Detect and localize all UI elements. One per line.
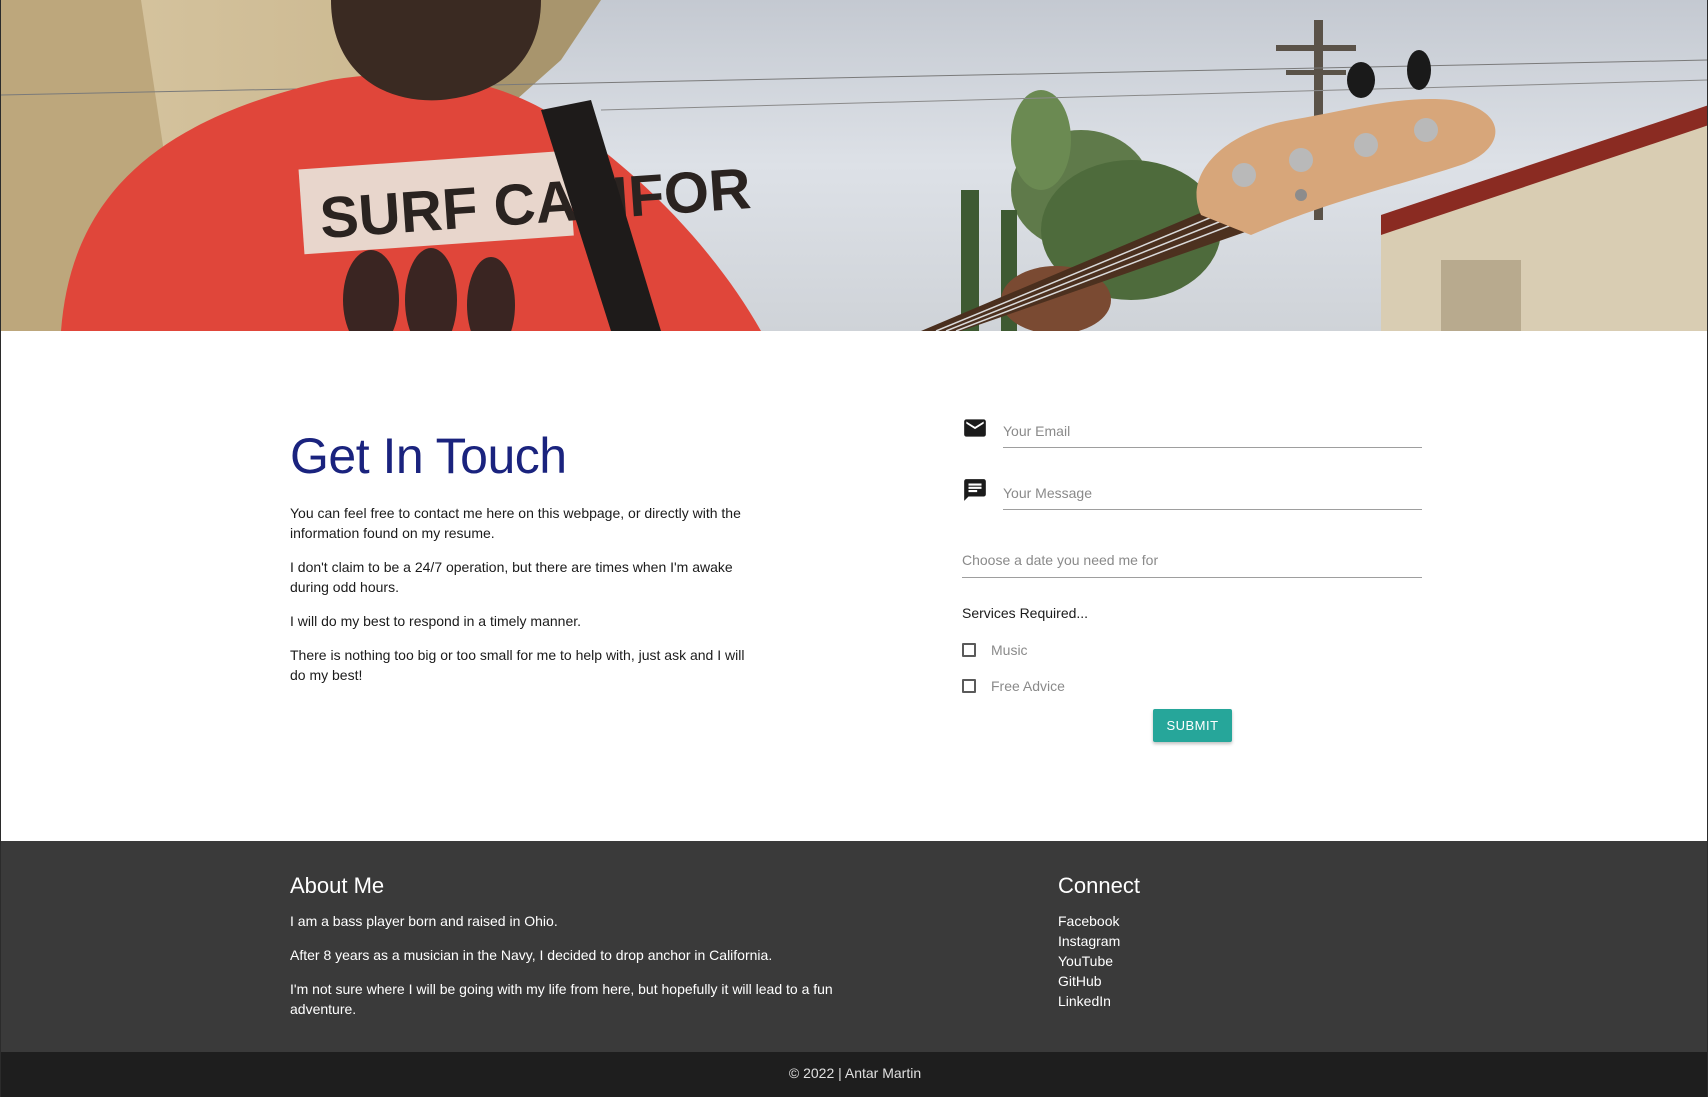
message-field-row xyxy=(962,477,1422,517)
linkedin-link[interactable]: LinkedIn xyxy=(1058,991,1358,1011)
contact-title: Get In Touch xyxy=(290,428,567,484)
email-field-row xyxy=(962,415,1422,455)
service-option-label: Music xyxy=(991,642,1028,658)
contact-paragraph: I don't claim to be a 24/7 operation, bu… xyxy=(290,559,733,595)
about-section: About Me I am a bass player born and rai… xyxy=(290,873,870,1033)
contact-section: Get In Touch You can feel free to contac… xyxy=(1,331,1707,841)
instagram-link[interactable]: Instagram xyxy=(1058,931,1358,951)
page: SURF CALIFOR Get In Touch You can feel f… xyxy=(0,0,1708,1097)
service-option-music[interactable]: Music xyxy=(962,640,1028,660)
about-title: About Me xyxy=(290,873,385,898)
service-option-free-advice[interactable]: Free Advice xyxy=(962,676,1065,696)
free-advice-checkbox[interactable] xyxy=(962,679,976,693)
message-input[interactable] xyxy=(1003,477,1422,510)
facebook-link[interactable]: Facebook xyxy=(1058,911,1358,931)
services-label: Services Required... xyxy=(962,605,1089,621)
hero-image: SURF CALIFOR xyxy=(1,0,1707,331)
connect-title: Connect xyxy=(1058,873,1140,898)
hero-photo-illustration: SURF CALIFOR xyxy=(1,0,1707,331)
contact-paragraph: I will do my best to respond in a timely… xyxy=(290,613,582,629)
youtube-link[interactable]: YouTube xyxy=(1058,951,1358,971)
mail-icon xyxy=(964,419,986,437)
contact-description: You can feel free to contact me here on … xyxy=(290,503,760,699)
email-input[interactable] xyxy=(1003,415,1422,448)
footer: About Me I am a bass player born and rai… xyxy=(1,841,1707,1052)
contact-paragraph: There is nothing too big or too small fo… xyxy=(290,647,745,683)
submit-button[interactable]: SUBMIT xyxy=(1153,709,1232,742)
about-paragraph: I'm not sure where I will be going with … xyxy=(290,981,833,1017)
copyright-bar: © 2022 | Antar Martin xyxy=(1,1052,1707,1097)
music-checkbox[interactable] xyxy=(962,643,976,657)
about-paragraph: After 8 years as a musician in the Navy,… xyxy=(290,947,773,963)
github-link[interactable]: GitHub xyxy=(1058,971,1358,991)
about-paragraph: I am a bass player born and raised in Oh… xyxy=(290,913,558,929)
connect-section: Connect Facebook Instagram YouTube GitHu… xyxy=(1058,873,1358,1011)
message-icon xyxy=(964,479,986,501)
copyright-text: © 2022 | Antar Martin xyxy=(788,1065,922,1081)
service-option-label: Free Advice xyxy=(991,678,1065,694)
contact-paragraph: You can feel free to contact me here on … xyxy=(290,505,741,541)
date-input[interactable] xyxy=(962,543,1422,578)
